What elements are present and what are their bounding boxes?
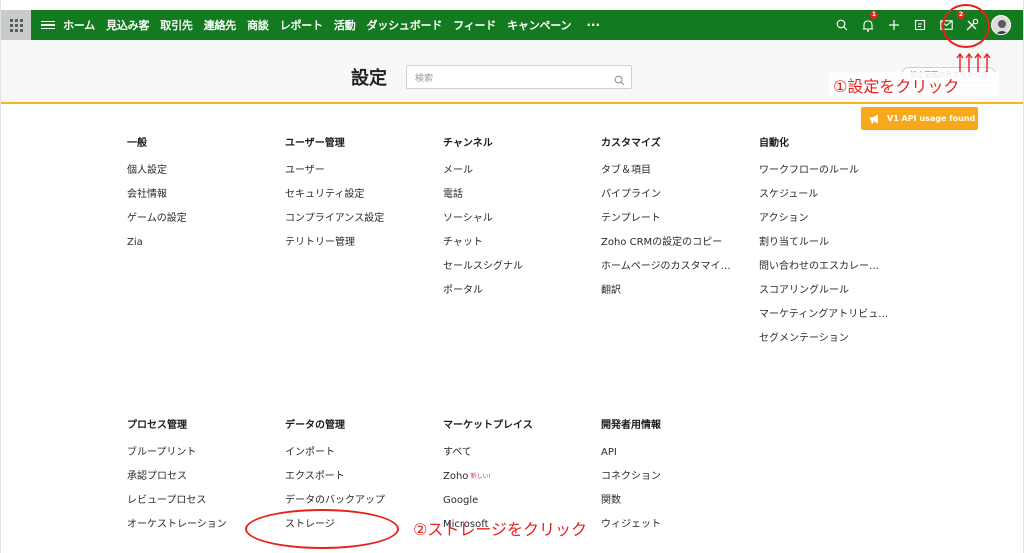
nav-item-activities[interactable]: 活動 [334,17,356,33]
settings-link[interactable]: セールスシグナル [443,261,523,273]
section-channels: チャンネル メール 電話 ソーシャル チャット セールスシグナル ポータル [443,138,523,309]
settings-link[interactable]: ワークフローのルール [759,165,888,177]
v1-api-usage-label: V1 API usage found [887,114,976,123]
settings-link[interactable]: 問い合わせのエスカレー… [759,261,888,273]
v1-api-usage-button[interactable]: V1 API usage found [861,107,978,130]
nav-item-home[interactable]: ホーム [63,17,95,33]
settings-link[interactable]: セキュリティ設定 [285,189,384,201]
app-window: ホーム 見込み客 取引先 連絡先 商談 レポート 活動 ダッシュボード フィード… [0,0,1024,553]
section-process-management: プロセス管理 ブループリント 承認プロセス レビュープロセス オーケストレーショ… [127,420,227,543]
section-title: 開発者用情報 [601,420,661,431]
settings-link[interactable]: Zoho 新しい! [443,471,533,483]
settings-link[interactable]: 個人設定 [127,165,187,177]
settings-link[interactable]: 承認プロセス [127,471,227,483]
settings-link[interactable]: ウィジェット [601,519,661,531]
annotation-circle-setup [942,4,990,48]
settings-link[interactable]: スコアリングルール [759,285,888,297]
settings-link[interactable]: ユーザー [285,165,384,177]
settings-link[interactable]: チャット [443,237,523,249]
settings-link[interactable]: ブループリント [127,447,227,459]
section-customization: カスタマイズ タブ＆項目 パイプライン テンプレート Zoho CRMの設定のコ… [601,138,731,309]
settings-link[interactable]: 電話 [443,189,523,201]
section-title: プロセス管理 [127,420,187,431]
settings-link[interactable]: アクション [759,213,888,225]
nav-item-deals[interactable]: 商談 [247,17,269,33]
settings-link[interactable]: マーケティングアトリビュ… [759,309,888,321]
search-input[interactable] [407,68,597,90]
settings-link[interactable]: 割り当てルール [759,237,888,249]
section-title: マーケットプレイス [443,420,533,431]
nav-item-accounts[interactable]: 取引先 [160,17,193,33]
nav-item-leads[interactable]: 見込み客 [106,17,149,33]
search-icon[interactable] [614,71,625,90]
section-title: 一般 [127,138,147,149]
calendar-icon[interactable] [907,10,933,40]
settings-link[interactable]: コンプライアンス設定 [285,213,384,225]
section-automation: 自動化 ワークフローのルール スケジュール アクション 割り当てルール 問い合わ… [759,138,888,357]
settings-link[interactable]: レビュープロセス [127,495,227,507]
settings-link[interactable]: Zia [127,237,187,249]
annotation-step1: ①設定をクリック [833,77,960,96]
settings-link[interactable]: エクスポート [285,471,385,483]
settings-link[interactable]: Google [443,495,533,507]
settings-link[interactable]: API [601,447,661,459]
settings-link[interactable]: ゲームの設定 [127,213,187,225]
section-developer-space: 開発者用情報 API コネクション 関数 ウィジェット [601,420,661,543]
settings-link[interactable]: オーケストレーション [127,519,227,531]
annotation-circle-storage [245,509,399,549]
settings-link[interactable]: パイプライン [601,189,731,201]
app-launcher-icon[interactable] [1,10,31,40]
section-title: カスタマイズ [601,138,661,149]
bell-icon[interactable]: 1 [855,10,881,40]
annotation-arrows-icon [956,52,991,73]
nav-item-dashboards[interactable]: ダッシュボード [367,17,443,33]
settings-link[interactable]: 翻訳 [601,285,731,297]
new-tag: 新しい! [470,473,491,480]
search-icon[interactable] [829,10,855,40]
section-title: データの管理 [285,420,345,431]
settings-link[interactable]: ポータル [443,285,523,297]
settings-link-label: Zoho [443,471,469,482]
settings-link[interactable]: タブ＆項目 [601,165,731,177]
section-title: 自動化 [759,138,789,149]
section-user-management: ユーザー管理 ユーザー セキュリティ設定 コンプライアンス設定 テリトリー管理 [285,138,384,261]
settings-link[interactable]: スケジュール [759,189,888,201]
settings-link[interactable]: セグメンテーション [759,333,888,345]
top-navigation-bar: ホーム 見込み客 取引先 連絡先 商談 レポート 活動 ダッシュボード フィード… [1,10,1023,40]
settings-link[interactable]: 会社情報 [127,189,187,201]
page-title: 設定 [351,68,387,89]
section-title: チャンネル [443,138,493,149]
settings-link[interactable]: メール [443,165,523,177]
nav-item-feeds[interactable]: フィード [453,17,496,33]
section-general: 一般 個人設定 会社情報 ゲームの設定 Zia [127,138,187,261]
nav-item-reports[interactable]: レポート [280,17,323,33]
avatar[interactable] [991,15,1011,35]
settings-link[interactable]: テリトリー管理 [285,237,384,249]
plus-icon[interactable] [881,10,907,40]
settings-link[interactable]: データのバックアップ [285,495,385,507]
settings-link[interactable]: すべて [443,447,533,459]
settings-link[interactable]: ソーシャル [443,213,523,225]
megaphone-icon [870,114,878,123]
section-title: ユーザー管理 [285,138,345,149]
settings-search[interactable] [406,65,632,90]
notification-badge: 1 [870,11,878,19]
nav-right-tools: 1 2 [829,10,1023,40]
nav-more-button[interactable]: ··· [586,18,600,32]
settings-link[interactable]: テンプレート [601,213,731,225]
settings-link[interactable]: ホームページのカスタマイ… [601,261,731,273]
settings-link[interactable]: インポート [285,447,385,459]
nav-item-campaigns[interactable]: キャンペーン [507,17,571,33]
hamburger-menu-icon[interactable] [41,20,55,30]
settings-link[interactable]: コネクション [601,471,661,483]
settings-link[interactable]: Zoho CRMの設定のコピー [601,237,731,249]
annotation-step2: ②ストレージをクリック [413,520,588,539]
settings-link[interactable]: 関数 [601,495,661,507]
nav-item-contacts[interactable]: 連絡先 [204,17,237,33]
